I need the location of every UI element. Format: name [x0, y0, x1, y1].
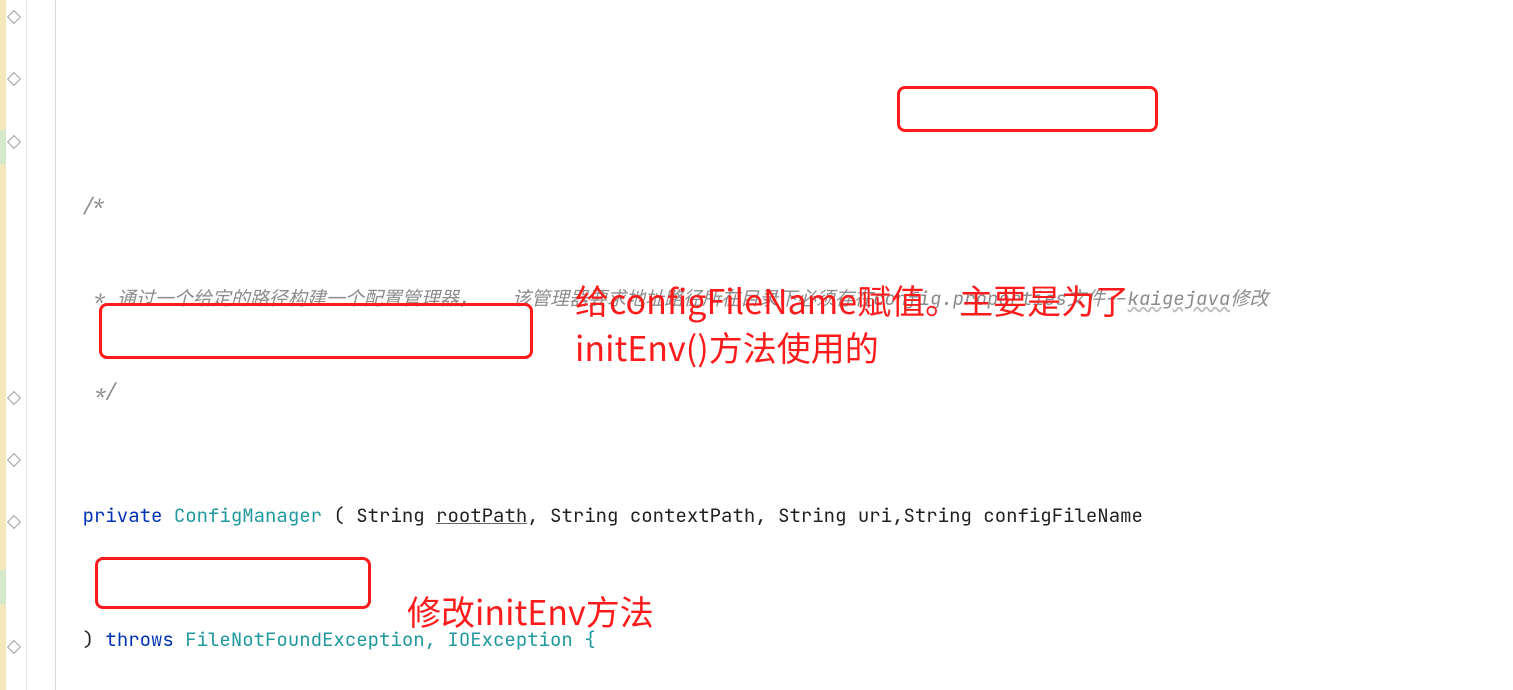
param: contextPath — [618, 503, 755, 528]
param: configFileName — [972, 503, 1143, 528]
text: String — [356, 503, 424, 528]
text: ,String — [892, 503, 972, 528]
code-line[interactable]: ) throws FileNotFoundException, IOExcept… — [37, 624, 1513, 655]
code-line[interactable]: /* — [37, 190, 1513, 221]
text: , String — [527, 503, 618, 528]
annotation-text: initEnv()方法使用的 — [575, 326, 879, 368]
code-line[interactable]: * 通过一个给定的路径构建一个配置管理器， 该管理器要求地址路径所在目录下必须存… — [37, 283, 1513, 314]
code-line[interactable]: */ — [37, 376, 1513, 407]
code-editor[interactable]: /* * 通过一个给定的路径构建一个配置管理器， 该管理器要求地址路径所在目录下… — [0, 0, 1513, 690]
fold-marker-icon[interactable] — [7, 453, 21, 467]
comment-text: * 通过一个给定的路径构建一个配置管理器， 该管理器要求地址路径所在目录下必须存… — [83, 286, 1128, 311]
fold-marker-icon[interactable] — [7, 640, 21, 654]
comment-text: /* — [83, 193, 106, 218]
comment-text: */ — [83, 379, 117, 404]
fold-marker-icon[interactable] — [7, 391, 21, 405]
fold-marker-icon[interactable] — [7, 515, 21, 529]
param: rootPath — [436, 503, 527, 528]
annotation-box — [897, 86, 1158, 132]
fold-marker-icon[interactable] — [7, 72, 21, 86]
text: , String — [755, 503, 846, 528]
annotation-box — [95, 557, 371, 609]
keyword: private — [83, 503, 163, 528]
keyword: throws — [105, 627, 173, 652]
text: ( — [322, 503, 356, 528]
code-line[interactable]: private ConfigManager ( String rootPath,… — [37, 500, 1513, 531]
code-text-area[interactable]: /* * 通过一个给定的路径构建一个配置管理器， 该管理器要求地址路径所在目录下… — [27, 0, 1513, 690]
exception: FileNotFoundException, IOException { — [174, 627, 596, 652]
fold-marker-icon[interactable] — [7, 10, 21, 24]
class-name: ConfigManager — [174, 503, 322, 528]
text: ) — [83, 627, 106, 652]
editor-gutter — [0, 0, 27, 690]
fold-marker-icon[interactable] — [7, 135, 21, 149]
comment-text: 修改 — [1230, 286, 1268, 311]
comment-link: kaigejava — [1128, 286, 1231, 311]
param: uri — [846, 503, 892, 528]
